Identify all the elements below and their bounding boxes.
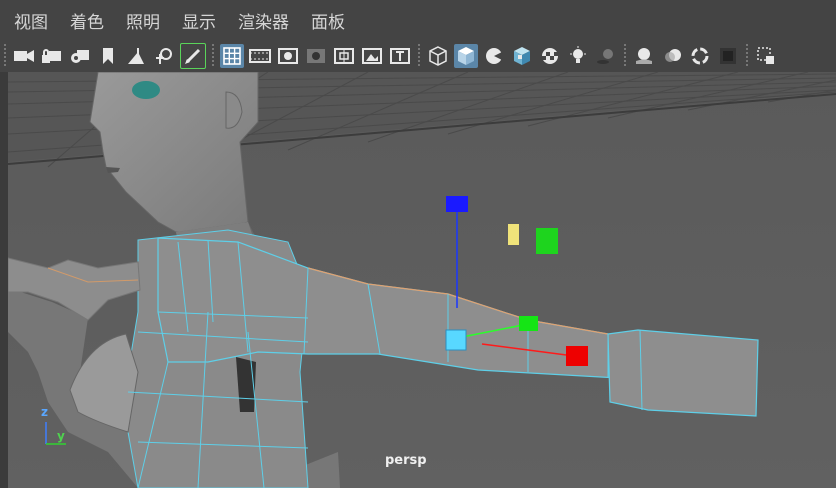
grid-snap-icon[interactable] <box>124 44 148 68</box>
toolbar-divider <box>624 44 626 68</box>
yellow-locator[interactable] <box>508 224 519 245</box>
move-pivot-icon[interactable] <box>152 44 176 68</box>
camera-label: persp <box>385 453 427 468</box>
default-material-icon[interactable] <box>482 44 506 68</box>
menu-view[interactable]: 视图 <box>14 8 48 33</box>
isolate-select-icon[interactable] <box>754 44 778 68</box>
wireframe-icon[interactable] <box>426 44 450 68</box>
character-eye <box>132 81 160 99</box>
depth-of-field-icon[interactable] <box>716 44 740 68</box>
perspective-viewport[interactable]: z y persp <box>8 72 836 488</box>
menu-panels[interactable]: 面板 <box>311 8 345 33</box>
axis-label-y: y <box>57 429 65 443</box>
axis-label-z: z <box>41 405 48 419</box>
screen-space-ao-icon[interactable] <box>632 44 656 68</box>
panel-menu-bar: 视图 着色 照明 显示 渲染器 面板 <box>0 0 836 40</box>
x-axis-handle[interactable] <box>566 346 588 366</box>
camera-attributes-icon[interactable] <box>68 44 92 68</box>
menu-show[interactable]: 显示 <box>182 8 216 33</box>
shadows-icon[interactable] <box>594 44 618 68</box>
center-handle[interactable] <box>445 329 467 351</box>
toolbar-divider <box>212 44 214 68</box>
safe-title-icon[interactable] <box>388 44 412 68</box>
menu-lighting[interactable]: 照明 <box>126 8 160 33</box>
camera-lock-icon[interactable] <box>40 44 64 68</box>
anti-alias-icon[interactable] <box>688 44 712 68</box>
toolbar-divider <box>746 44 748 68</box>
gate-mask-icon[interactable] <box>304 44 328 68</box>
bookmark-icon[interactable] <box>96 44 120 68</box>
camera-icon[interactable] <box>12 44 36 68</box>
panel-toolbar <box>0 40 836 72</box>
toolbar-divider <box>4 44 6 68</box>
checker-icon[interactable] <box>538 44 562 68</box>
resolution-gate-icon[interactable] <box>276 44 300 68</box>
grid-icon[interactable] <box>220 44 244 68</box>
safe-action-icon[interactable] <box>360 44 384 68</box>
motion-blur-icon[interactable] <box>660 44 684 68</box>
textured-icon[interactable] <box>510 44 534 68</box>
field-chart-icon[interactable] <box>332 44 356 68</box>
maya-viewport-window: 视图 着色 照明 显示 渲染器 面板 z y persp <box>0 0 836 488</box>
green-locator[interactable] <box>536 228 558 254</box>
menu-shading[interactable]: 着色 <box>70 8 104 33</box>
smooth-shade-icon[interactable] <box>454 44 478 68</box>
viewport-frame-edge <box>0 72 8 488</box>
z-axis-handle[interactable] <box>446 196 468 212</box>
viewport-scene <box>8 72 836 488</box>
y-axis-handle[interactable] <box>519 316 538 331</box>
lights-icon[interactable] <box>566 44 590 68</box>
menu-renderer[interactable]: 渲染器 <box>238 8 289 33</box>
film-gate-icon[interactable] <box>248 44 272 68</box>
toolbar-divider <box>418 44 420 68</box>
pencil-icon[interactable] <box>180 43 206 69</box>
